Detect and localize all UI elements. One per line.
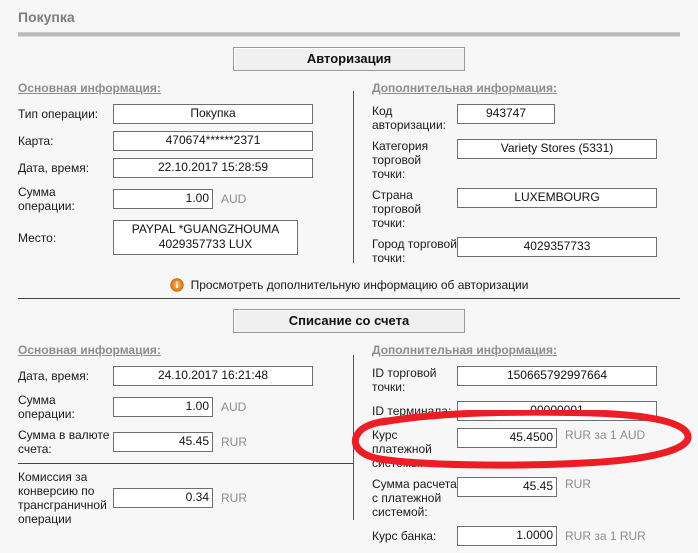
field-label: Курс банка: [372,529,437,543]
field-auth-code: Код авторизации: 943747 [372,104,698,132]
field-label: Карта: [18,134,54,148]
title-divider [18,32,680,37]
authorization-info-link[interactable]: Просмотреть дополнительную информацию об… [191,278,529,292]
field-value-bank-rate[interactable]: 1.0000 [457,526,557,546]
field-label: Сумма в валюте счета: [18,428,110,456]
field-value-merchant-id[interactable]: 150665792997664 [457,366,657,386]
settlement-main-column: Основная информация: Дата, время: 24.10.… [0,333,353,533]
field-label: Тип операции: [18,107,99,121]
field-unit-currency: AUD [221,192,247,206]
field-value-account-currency-amount[interactable]: 45.45 [113,432,213,452]
section-banner-settlement[interactable]: Списание со счета [233,309,465,333]
field-card: Карта: 470674******2371 [18,131,353,151]
field-value-operation-type[interactable]: Покупка [113,104,313,124]
settlement-extra-heading: Дополнительная информация: [372,343,557,357]
field-unit-currency: RUR [565,477,591,491]
section-banner-authorization[interactable]: Авторизация [233,47,465,71]
field-value-merchant-category[interactable]: Variety Stores (5331) [457,139,657,159]
field-label: Дата, время: [18,369,90,383]
field-operation-type: Тип операции: Покупка [18,104,353,124]
field-value-merchant-country[interactable]: LUXEMBOURG [457,188,657,208]
section-divider [18,298,680,299]
field-value-payment-system-rate[interactable]: 45.4500 [457,428,557,448]
authorization-main-heading: Основная информация: [18,81,161,95]
field-datetime-auth: Дата, время: 22.10.2017 15:28:59 [18,158,353,178]
section-banner-row-settlement: Списание со счета [0,309,698,333]
field-value-datetime-auth[interactable]: 22.10.2017 15:28:59 [113,158,313,178]
field-label: ID торговой точки: [372,366,437,394]
field-unit-rate: RUR за 1 RUR [565,529,646,543]
authorization-info-link-row: Просмотреть дополнительную информацию об… [0,278,698,292]
field-value-cross-border-commission[interactable]: 0.34 [113,488,213,508]
field-label: Код авторизации: [372,104,446,132]
field-value-place[interactable]: PAYPAL *GUANGZHOUMA 4029357733 LUX [113,220,298,255]
field-label: Курс платежной системы: [372,428,432,470]
field-value-merchant-city[interactable]: 4029357733 [457,237,657,257]
field-label: Комиссия за конверсию по трансграничной … [18,470,107,526]
field-unit-rate: RUR за 1 AUD [565,428,646,442]
field-terminal-id: ID терминала: 00000001 [372,401,698,421]
field-label: ID терминала: [372,404,452,418]
field-label: Категория торговой точки: [372,139,429,181]
settlement-extra-column: Дополнительная информация: ID торговой т… [353,333,698,553]
commission-divider [18,463,353,464]
field-merchant-country: Страна торговой точки: LUXEMBOURG [372,188,698,230]
info-icon [169,278,184,292]
field-value-card[interactable]: 470674******2371 [113,131,313,151]
field-account-currency-amount: Сумма в валюте счета: 45.45 RUR [18,428,353,456]
field-unit-currency: AUD [221,400,247,414]
field-merchant-category: Категория торговой точки: Variety Stores… [372,139,698,181]
field-value-auth-code[interactable]: 943747 [457,104,555,124]
section-settlement: Основная информация: Дата, время: 24.10.… [0,333,698,553]
field-place: Место: PAYPAL *GUANGZHOUMA 4029357733 LU… [18,220,353,255]
field-payment-system-settlement-amount: Сумма расчета с платежной системой: 45.4… [372,477,698,519]
field-label: Сумма операции: [18,393,75,421]
field-value-datetime-settlement[interactable]: 24.10.2017 16:21:48 [113,366,313,386]
authorization-extra-heading: Дополнительная информация: [372,81,557,95]
field-label: Страна торговой точки: [372,188,422,230]
field-datetime-settlement: Дата, время: 24.10.2017 16:21:48 [18,366,353,386]
field-value-operation-amount-auth[interactable]: 1.00 [113,189,213,209]
field-label: Место: [18,230,57,245]
page-header: Покупка [0,0,698,26]
page-title: Покупка [18,9,75,25]
section-authorization: Основная информация: Тип операции: Покуп… [0,71,698,272]
authorization-extra-column: Дополнительная информация: Код авторизац… [353,71,698,272]
field-cross-border-commission: Комиссия за конверсию по трансграничной … [18,470,353,526]
field-label: Сумма расчета с платежной системой: [372,477,457,519]
authorization-main-column: Основная информация: Тип операции: Покуп… [0,71,353,262]
field-merchant-id: ID торговой точки: 150665792997664 [372,366,698,394]
field-label: Сумма операции: [18,185,75,213]
field-unit-currency: RUR [221,435,247,449]
field-value-payment-system-settlement-amount[interactable]: 45.45 [457,477,557,497]
field-merchant-city: Город торговой точки: 4029357733 [372,237,698,265]
field-operation-amount-auth: Сумма операции: 1.00 AUD [18,185,353,213]
field-payment-system-rate: Курс платежной системы: 45.4500 RUR за 1… [372,428,698,470]
section-banner-row-authorization: Авторизация [0,47,698,71]
field-value-terminal-id[interactable]: 00000001 [457,401,657,421]
field-unit-currency: RUR [221,491,247,505]
settlement-main-heading: Основная информация: [18,343,161,357]
field-label: Город торговой точки: [372,237,457,265]
field-bank-rate: Курс банка: 1.0000 RUR за 1 RUR [372,526,698,546]
field-value-operation-amount-settlement[interactable]: 1.00 [113,397,213,417]
field-operation-amount-settlement: Сумма операции: 1.00 AUD [18,393,353,421]
field-label: Дата, время: [18,161,90,175]
